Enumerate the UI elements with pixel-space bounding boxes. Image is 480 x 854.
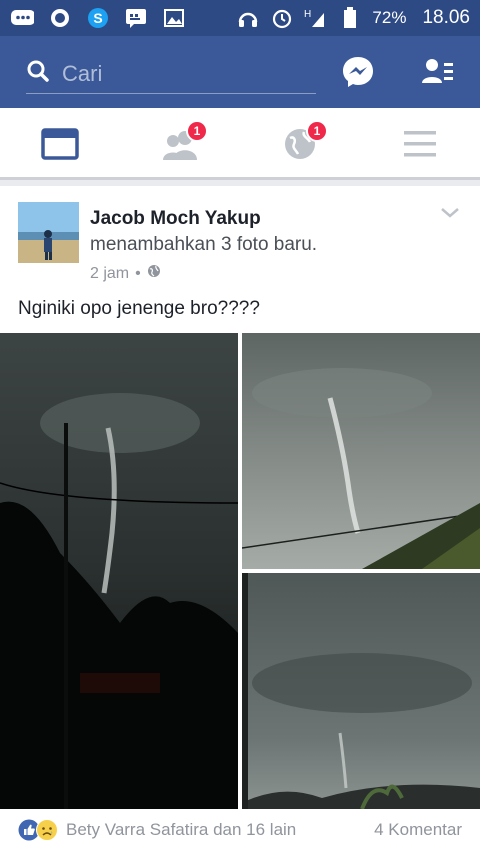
status-bar: S H 72% 18.06 [0, 0, 480, 36]
photo-tornado-dark [0, 333, 238, 809]
tab-friend-requests[interactable]: 1 [156, 120, 208, 164]
tab-bar: 1 1 [0, 108, 480, 180]
battery-icon [338, 7, 362, 28]
people-list-button[interactable] [420, 54, 456, 90]
globe-icon [147, 264, 161, 283]
messenger-icon [343, 57, 373, 87]
tab-menu[interactable] [396, 124, 444, 164]
hamburger-menu-icon [404, 131, 436, 157]
tab-notifications[interactable]: 1 [276, 120, 328, 164]
avatar[interactable] [18, 202, 79, 263]
post-footer: Bety Varra Safatira dan 16 lain 4 Koment… [0, 806, 480, 854]
search-input[interactable]: Cari [26, 54, 316, 94]
post-meta: 2 jam • [90, 264, 161, 283]
friend-requests-badge: 1 [186, 120, 208, 142]
reaction-icons[interactable] [18, 819, 58, 841]
svg-text:S: S [93, 10, 102, 26]
post-photo-2[interactable] [242, 333, 480, 569]
post-author[interactable]: Jacob Moch Yakup [90, 208, 261, 230]
opera-icon [48, 8, 72, 28]
search-placeholder: Cari [62, 60, 103, 86]
app-bar: Cari [0, 36, 480, 108]
gallery-icon [162, 8, 186, 28]
photo-tornado-grey [242, 333, 480, 569]
post-photo-1[interactable] [0, 333, 238, 809]
tab-news-feed[interactable] [36, 124, 84, 164]
bbm-icon [124, 8, 148, 28]
messenger-chat-icon [10, 8, 34, 28]
person-list-icon [422, 59, 453, 83]
signal-icon: H [304, 8, 328, 28]
messenger-button[interactable] [340, 54, 376, 90]
alarm-icon [270, 8, 294, 29]
post-time[interactable]: 2 jam [90, 265, 129, 283]
dot-separator: • [135, 264, 141, 282]
battery-percent: 72% [372, 8, 407, 27]
news-feed-icon [41, 128, 79, 160]
feed-post: Jacob Moch Yakup menambahkan 3 foto baru… [0, 186, 480, 854]
avatar-photo [18, 202, 79, 263]
post-options-button[interactable] [440, 206, 460, 225]
chevron-down-icon [441, 208, 459, 218]
post-photo-3[interactable] [242, 573, 480, 809]
shazam-icon: S [86, 8, 110, 28]
svg-text:H: H [304, 9, 311, 20]
headphones-icon [236, 8, 260, 28]
search-icon [26, 59, 50, 88]
clock: 18.06 [422, 7, 470, 28]
sad-reaction-icon [36, 819, 58, 841]
comments-count[interactable]: 4 Komentar [374, 820, 462, 840]
post-action: menambahkan 3 foto baru. [90, 234, 318, 255]
notifications-badge: 1 [306, 120, 328, 142]
reactions-text[interactable]: Bety Varra Safatira dan 16 lain [66, 820, 296, 840]
photo-tornado-distant [242, 573, 480, 809]
post-caption: Nginiki opo jenenge bro???? [18, 298, 260, 319]
